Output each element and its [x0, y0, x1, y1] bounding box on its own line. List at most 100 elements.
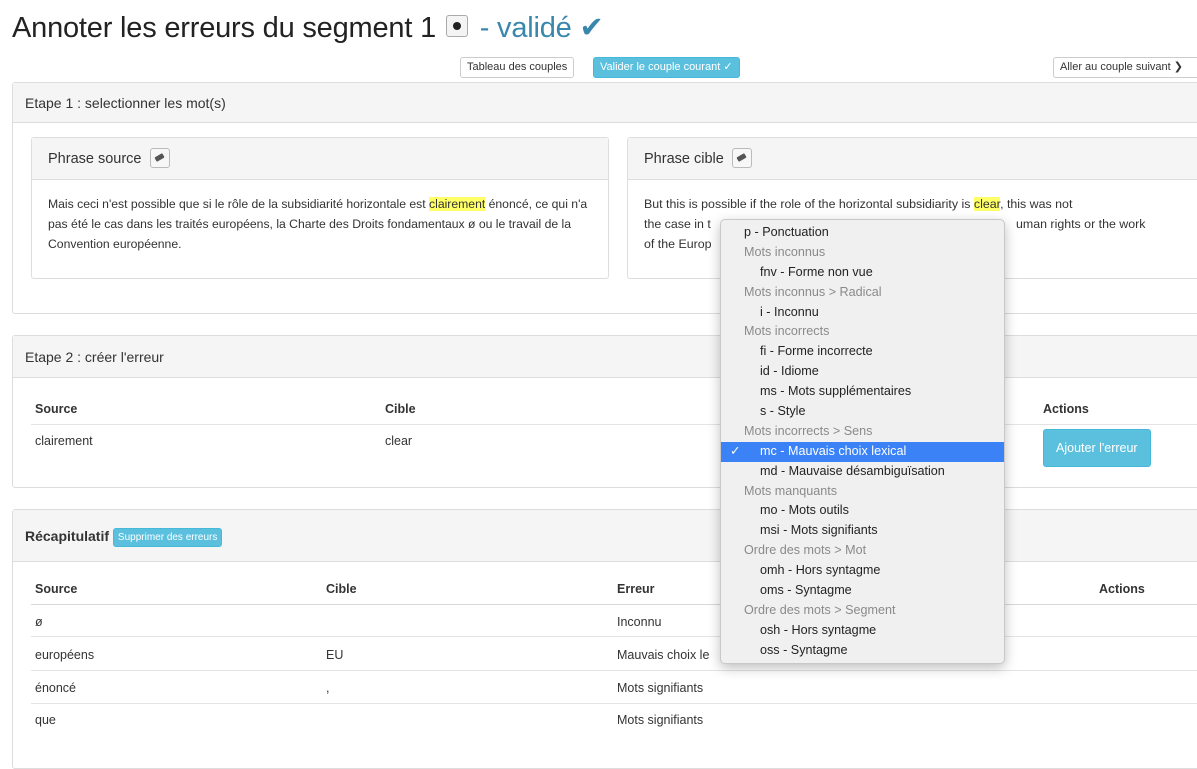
table-divider [31, 670, 1197, 671]
dropdown-option-label: Ordre des mots > Segment [744, 602, 896, 617]
dropdown-option-label: Mots inconnus > Radical [744, 284, 882, 299]
eraser-icon[interactable] [731, 148, 752, 169]
error-type-options: p - Ponctuation Mots inconnus fnv - Forme … [721, 223, 1004, 661]
source-sentence-text[interactable]: Mais ceci n'est possible que si le rôle … [32, 180, 608, 268]
dropdown-group-header: Mots incorrects > Sens [721, 422, 1004, 442]
page-title: Annoter les erreurs du segment 1 - valid… [12, 10, 604, 45]
target-sentence-title: Phrase cible [644, 151, 724, 167]
dropdown-option-label: osh - Hors syntagme [760, 622, 877, 637]
source-highlighted-word[interactable]: clairement [429, 197, 486, 211]
recap-heading: Récapitulatif Supprimer des erreurs [13, 510, 1197, 562]
step2-col-actions: Actions [1043, 402, 1089, 416]
dropdown-group-header: Mots inconnus > Radical [721, 283, 1004, 303]
dropdown-group-header: Ordre des mots > Mot [721, 541, 1004, 561]
source-sentence-panel: Phrase source Mais ceci n'est possible q… [31, 137, 609, 279]
recap-row-1-cible: EU [326, 648, 344, 662]
delete-errors-button[interactable]: Supprimer des erreurs [112, 528, 223, 547]
recap-col-erreur: Erreur [617, 582, 655, 596]
source-sentence-title: Phrase source [48, 151, 142, 167]
step2-panel: Etape 2 : créer l'erreur Source Cible Ac… [12, 335, 1197, 488]
dropdown-option[interactable]: fi - Forme incorrecte [721, 342, 1004, 362]
dropdown-option-label: Mots incorrects > Sens [744, 423, 873, 438]
recap-row-2-source: énoncé [35, 681, 77, 695]
checkmark-icon: ✓ [730, 443, 741, 458]
dropdown-option[interactable]: fnv - Forme non vue [721, 263, 1004, 283]
step2-col-cible: Cible [385, 402, 416, 416]
recap-col-actions: Actions [1099, 582, 1145, 596]
dropdown-option-label: Mots manquants [744, 483, 838, 498]
dropdown-option-label: s - Style [760, 404, 806, 419]
dropdown-option-label: Ordre des mots > Mot [744, 543, 867, 558]
target-line-2-start[interactable]: the case in t [644, 217, 711, 231]
target-line-2-end[interactable]: uman rights or the work [1016, 214, 1145, 234]
recap-col-source: Source [35, 582, 78, 596]
table-divider [31, 604, 1197, 605]
table-of-pairs-button[interactable]: Tableau des couples [460, 57, 575, 78]
table-divider [31, 636, 1197, 637]
step2-col-source: Source [35, 402, 78, 416]
recap-col-cible: Cible [326, 582, 357, 596]
dropdown-option[interactable]: osh - Hors syntagme [721, 621, 1004, 641]
source-text-before[interactable]: Mais ceci n'est possible que si le rôle … [48, 197, 429, 211]
dropdown-option[interactable]: oss - Syntagme [721, 641, 1004, 661]
dropdown-option-label: md - Mauvaise désambiguïsation [760, 463, 945, 478]
step1-panel: Etape 1 : selectionner les mot(s) Phrase… [12, 82, 1197, 314]
dropdown-option-label: Mots inconnus [744, 244, 826, 259]
recap-row-2-cible: , [326, 681, 330, 695]
dropdown-option-label: i - Inconnu [760, 304, 819, 319]
recap-title: Récapitulatif [25, 528, 110, 544]
dropdown-option-label: ms - Mots supplémentaires [760, 384, 912, 399]
recap-row-2-erreur: Mots signifiants [617, 681, 704, 695]
table-divider [31, 703, 1197, 704]
dropdown-option[interactable]: md - Mauvaise désambiguïsation [721, 462, 1004, 482]
recap-panel: Récapitulatif Supprimer des erreurs Sour… [12, 509, 1197, 769]
validation-status: - validé [479, 12, 572, 44]
dropdown-group-header: Mots incorrects [721, 322, 1004, 342]
target-highlighted-word[interactable]: clear [973, 197, 1001, 211]
eraser-icon[interactable] [149, 148, 170, 169]
target-text-after[interactable]: , this was not [1000, 197, 1072, 211]
error-type-dropdown-menu[interactable]: p - Ponctuation Mots inconnus fnv - Forme … [720, 219, 1005, 664]
step2-heading: Etape 2 : créer l'erreur [13, 336, 1197, 378]
source-sentence-heading: Phrase source [32, 138, 608, 180]
recap-row-1-source: européens [35, 648, 95, 662]
recap-row-0-source: ø [35, 615, 43, 629]
dropdown-option-label: Mots incorrects [744, 324, 830, 339]
target-sentence-heading: Phrase cible [628, 138, 1197, 180]
dropdown-group-header: Mots manquants [721, 482, 1004, 502]
dropdown-option[interactable]: mo - Mots outils [721, 501, 1004, 521]
target-line-1[interactable]: But this is possible if the role of the … [644, 194, 1190, 214]
dropdown-option-label: fi - Forme incorrecte [760, 344, 873, 359]
dropdown-option[interactable]: i - Inconnu [721, 303, 1004, 323]
target-text-before[interactable]: But this is possible if the role of the … [644, 197, 974, 211]
dropdown-option-label: oss - Syntagme [760, 642, 848, 657]
recap-row-0-erreur: Inconnu [617, 615, 662, 629]
step2-cible-value: clear [385, 434, 413, 448]
dropdown-option-label: omh - Hors syntagme [760, 563, 881, 578]
dropdown-option[interactable]: oms - Syntagme [721, 581, 1004, 601]
dropdown-option-label: msi - Mots signifiants [760, 523, 878, 538]
dropdown-option-label: mo - Mots outils [760, 503, 849, 518]
dropdown-option[interactable]: s - Style [721, 402, 1004, 422]
step1-heading: Etape 1 : selectionner les mot(s) [13, 83, 1197, 123]
dropdown-option[interactable]: p - Ponctuation [721, 223, 1004, 243]
dropdown-option[interactable]: msi - Mots signifiants [721, 521, 1004, 541]
page-title-text: Annoter les erreurs du segment 1 [12, 12, 436, 44]
next-pair-button[interactable]: Aller au couple suivant ❯ [1053, 57, 1197, 78]
dropdown-option-label: fnv - Forme non vue [760, 264, 873, 279]
dropdown-option[interactable]: omh - Hors syntagme [721, 561, 1004, 581]
dropdown-option[interactable]: id - Idiome [721, 362, 1004, 382]
dropdown-option-label: id - Idiome [760, 364, 819, 379]
add-error-button[interactable]: Ajouter l'erreur [1043, 429, 1151, 467]
dropdown-group-header: Mots inconnus [721, 243, 1004, 263]
dropdown-group-header: Ordre des mots > Segment [721, 601, 1004, 621]
check-icon: ✔ [579, 12, 604, 44]
info-icon[interactable] [445, 15, 468, 38]
validate-pair-button[interactable]: Valider le couple courant ✓ [593, 57, 740, 78]
dropdown-option[interactable]: ms - Mots supplémentaires [721, 382, 1004, 402]
step2-source-value: clairement [35, 434, 93, 448]
dropdown-option-selected[interactable]: ✓ mc - Mauvais choix lexical [721, 441, 1004, 462]
dropdown-option-label: p - Ponctuation [744, 225, 829, 239]
recap-row-3-source: que [35, 713, 56, 727]
recap-row-3-erreur: Mots signifiants [617, 713, 704, 727]
